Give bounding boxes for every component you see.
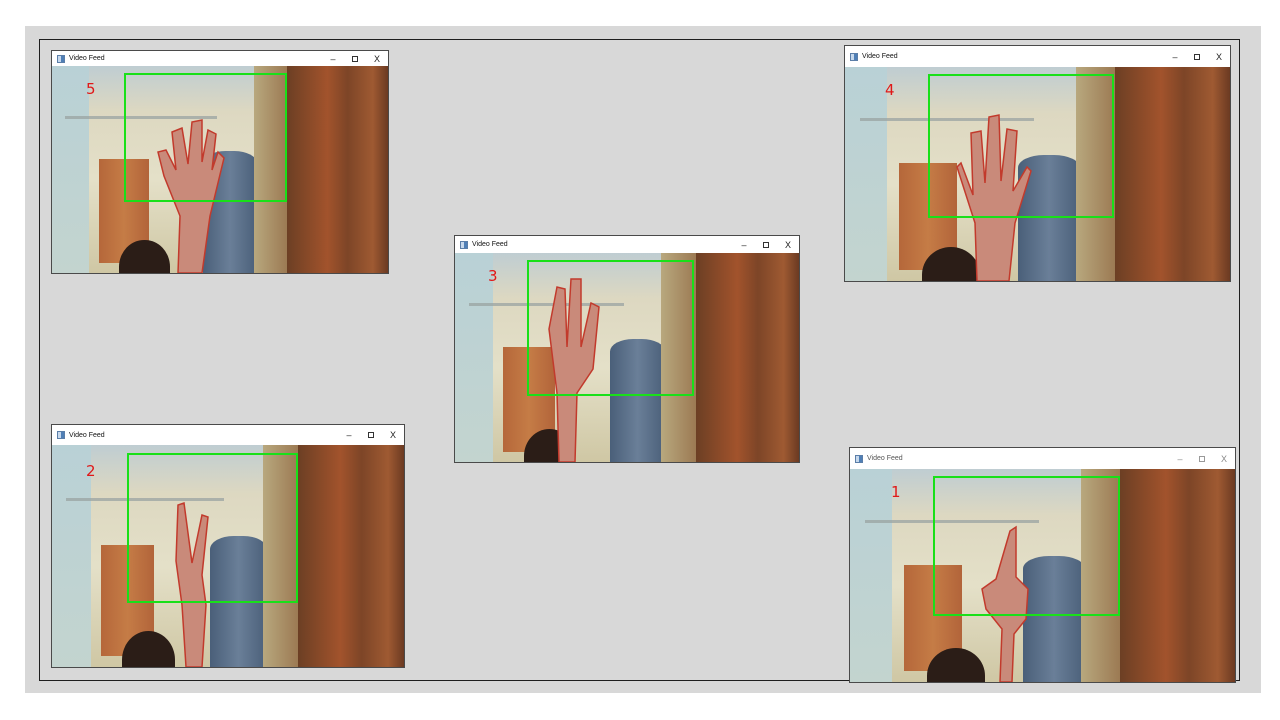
window-titlebar[interactable]: Video Feed – X [52,51,388,66]
finger-count-label: 2 [86,462,96,480]
minimize-button[interactable]: – [1169,448,1191,469]
close-button[interactable]: X [366,51,388,66]
close-icon: X [784,239,791,250]
maximize-icon [1199,455,1205,462]
window-title: Video Feed [69,431,105,439]
window-titlebar[interactable]: Video Feed – X [845,46,1230,67]
close-icon: X [1215,51,1222,62]
app-window-icon [855,454,863,463]
region-of-interest-box [124,73,287,202]
minimize-icon: – [330,53,336,64]
finger-count-label: 4 [885,81,895,99]
maximize-icon [352,55,358,62]
window-titlebar[interactable]: Video Feed – X [850,448,1235,469]
close-button[interactable]: X [1213,448,1235,469]
minimize-button[interactable]: – [338,425,360,445]
minimize-button[interactable]: – [322,51,344,66]
camera-feed: 4 [845,67,1230,281]
maximize-button[interactable] [360,425,382,445]
video-feed-window-3[interactable]: Video Feed – X 3 [455,236,799,462]
minimize-icon: – [1177,453,1183,464]
video-feed-window-5[interactable]: Video Feed – X 5 [52,51,388,273]
close-icon: X [373,53,380,64]
window-controls: – X [1169,448,1235,469]
region-of-interest-box [527,260,694,396]
window-title: Video Feed [862,53,898,60]
close-icon: X [389,430,396,440]
finger-count-label: 3 [488,267,498,285]
maximize-button[interactable] [1186,46,1208,67]
camera-feed: 1 [850,469,1235,682]
minimize-icon: – [741,239,747,250]
region-of-interest-box [928,74,1114,218]
close-button[interactable]: X [777,236,799,253]
app-window-icon [850,52,858,61]
region-of-interest-box [933,476,1120,616]
video-feed-window-4[interactable]: Video Feed – X 4 [845,46,1230,281]
minimize-button[interactable]: – [733,236,755,253]
camera-feed: 2 [52,445,404,667]
camera-feed: 3 [455,253,799,462]
maximize-button[interactable] [344,51,366,66]
minimize-button[interactable]: – [1164,46,1186,67]
window-title: Video Feed [472,241,508,248]
maximize-button[interactable] [755,236,777,253]
window-controls: – X [322,51,388,66]
window-title: Video Feed [69,55,105,62]
finger-count-label: 5 [86,80,96,98]
window-controls: – X [733,236,799,253]
maximize-icon [368,432,374,438]
maximize-button[interactable] [1191,448,1213,469]
video-feed-window-2[interactable]: Video Feed – X 2 [52,425,404,667]
region-of-interest-box [127,453,298,603]
camera-feed: 5 [52,66,388,273]
close-button[interactable]: X [382,425,404,445]
close-icon: X [1220,453,1227,464]
app-window-icon [57,431,65,439]
minimize-icon: – [346,430,352,440]
window-titlebar[interactable]: Video Feed – X [455,236,799,253]
maximize-icon [763,241,769,248]
window-title: Video Feed [867,455,903,462]
minimize-icon: – [1172,51,1178,62]
window-controls: – X [1164,46,1230,67]
window-controls: – X [338,425,404,445]
video-feed-window-1[interactable]: Video Feed – X 1 [850,448,1235,682]
app-window-icon [57,54,65,63]
window-titlebar[interactable]: Video Feed – X [52,425,404,445]
app-window-icon [460,240,468,249]
finger-count-label: 1 [891,483,901,501]
close-button[interactable]: X [1208,46,1230,67]
maximize-icon [1194,53,1200,60]
